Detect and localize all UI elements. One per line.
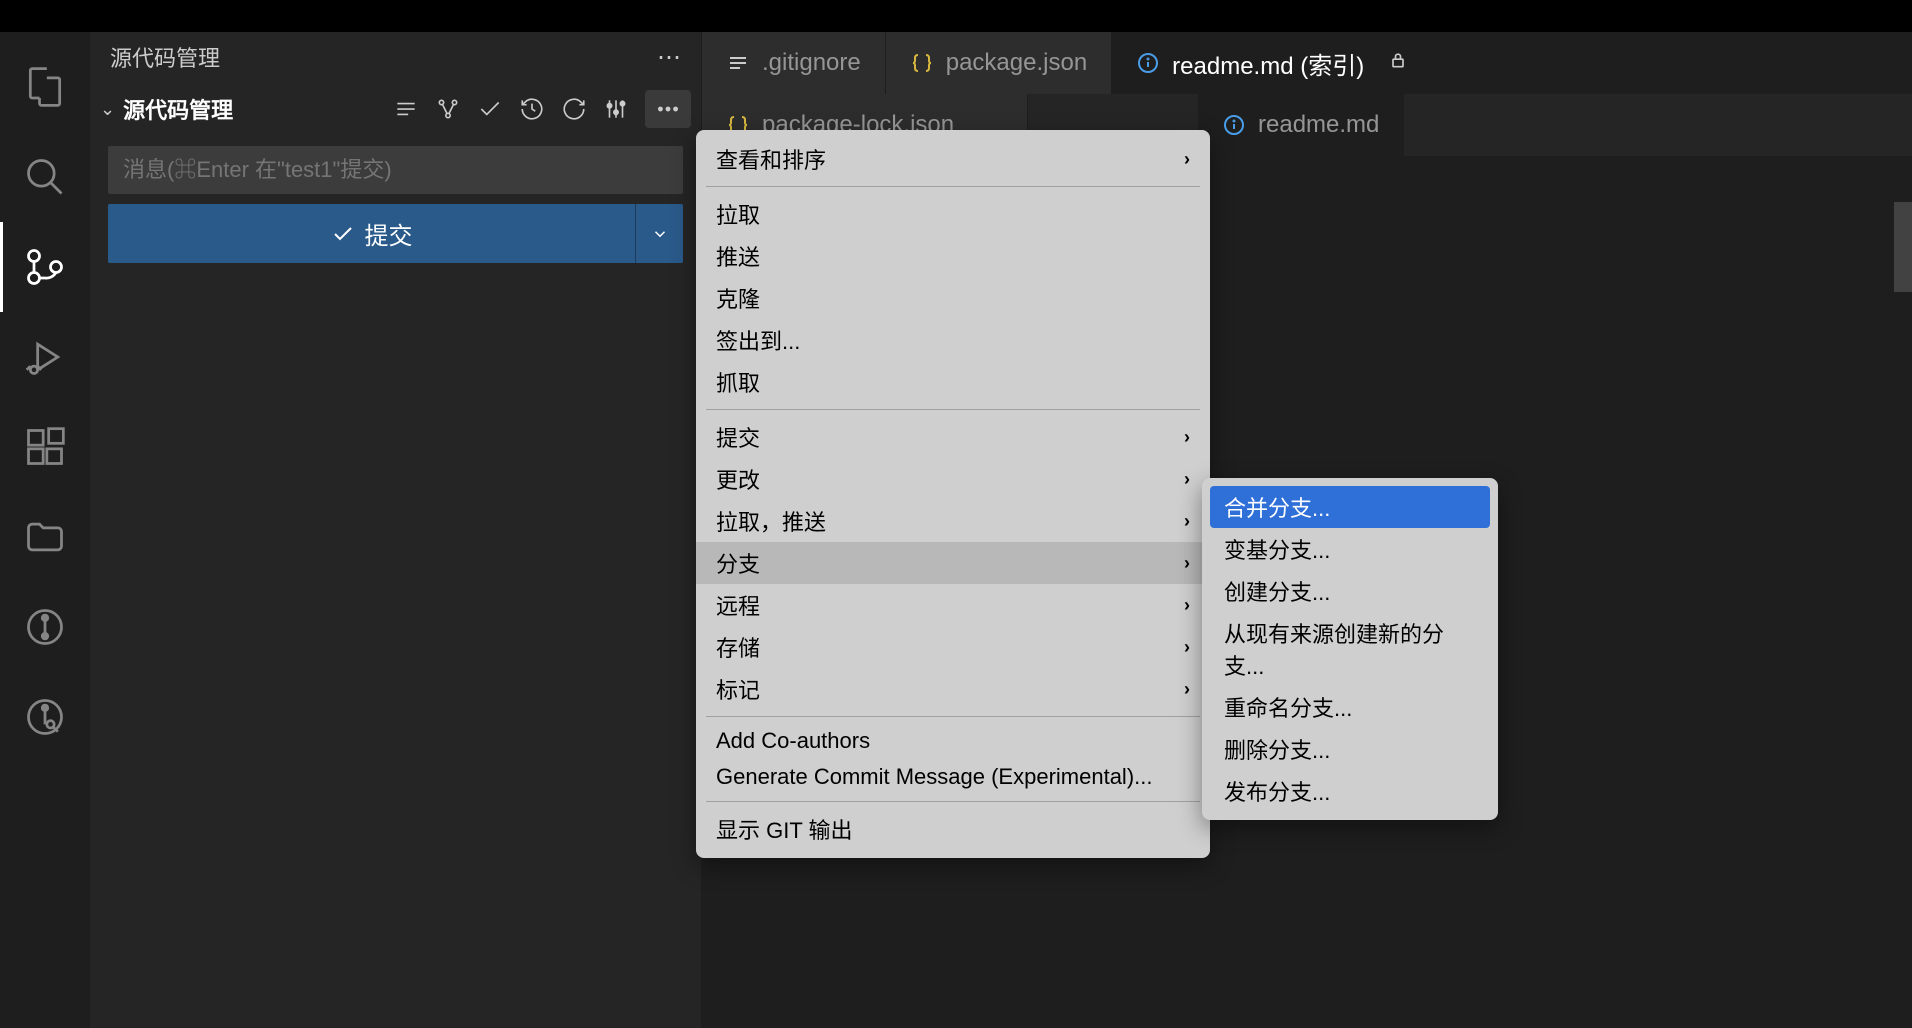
menu-remote[interactable]: 远程 › <box>696 584 1210 626</box>
submenu-create-branch[interactable]: 创建分支... <box>1210 570 1490 612</box>
scm-more-icon[interactable] <box>645 90 691 128</box>
menu-pull[interactable]: 拉取 <box>696 193 1210 235</box>
tab-label: readme.md <box>1258 111 1379 139</box>
menu-changes[interactable]: 更改 › <box>696 458 1210 500</box>
submenu-rename-branch[interactable]: 重命名分支... <box>1210 686 1490 728</box>
tab-label: .gitignore <box>762 49 861 77</box>
sidebar-title: 源代码管理 <box>110 41 220 73</box>
source-control-icon[interactable] <box>0 222 90 312</box>
submenu-publish-branch[interactable]: 发布分支... <box>1210 770 1490 812</box>
view-tree-icon[interactable] <box>393 96 419 122</box>
git-lens-icon[interactable] <box>0 672 90 762</box>
commit-message-input[interactable] <box>108 146 683 194</box>
scm-context-menu: 查看和排序 › 拉取 推送 克隆 签出到... 抓取 提交 › 更改 › 拉取，… <box>696 130 1210 858</box>
chevron-down-icon[interactable]: ⌄ <box>100 99 115 120</box>
commit-check-icon[interactable] <box>477 96 503 122</box>
chevron-right-icon: › <box>1184 427 1190 448</box>
chevron-right-icon: › <box>1184 149 1190 170</box>
menu-push[interactable]: 推送 <box>696 235 1210 277</box>
settings-sliders-icon[interactable] <box>603 96 629 122</box>
tab-gitignore[interactable]: .gitignore <box>702 32 886 94</box>
menu-commit[interactable]: 提交 › <box>696 416 1210 458</box>
lines-icon <box>726 51 750 75</box>
branch-submenu: 合并分支... 变基分支... 创建分支... 从现有来源创建新的分支... 重… <box>1202 478 1498 820</box>
menu-separator <box>706 409 1200 410</box>
chevron-right-icon: › <box>1184 637 1190 658</box>
tab-label: package.json <box>946 49 1087 77</box>
info-icon <box>1136 51 1160 75</box>
chevron-right-icon: › <box>1184 595 1190 616</box>
menu-fetch[interactable]: 抓取 <box>696 361 1210 403</box>
menu-separator <box>706 716 1200 717</box>
menu-checkout[interactable]: 签出到... <box>696 319 1210 361</box>
source-control-sidebar: 源代码管理 ⋯ ⌄ 源代码管理 <box>90 32 702 1028</box>
menu-separator <box>706 801 1200 802</box>
menu-add-coauthors[interactable]: Add Co-authors <box>696 723 1210 759</box>
refresh-icon[interactable] <box>561 96 587 122</box>
braces-icon <box>910 51 934 75</box>
chevron-right-icon: › <box>1184 469 1190 490</box>
tab-package-json[interactable]: package.json <box>886 32 1112 94</box>
chevron-right-icon: › <box>1184 511 1190 532</box>
tab-label: readme.md (索引) <box>1172 46 1364 81</box>
tab-readme-index[interactable]: readme.md (索引) <box>1112 32 1912 94</box>
commit-button-label: 提交 <box>365 216 413 251</box>
menu-generate-commit[interactable]: Generate Commit Message (Experimental)..… <box>696 759 1210 795</box>
info-icon <box>1222 113 1246 137</box>
submenu-merge-branch[interactable]: 合并分支... <box>1210 486 1490 528</box>
activity-bar <box>0 32 90 1028</box>
explorer-icon[interactable] <box>0 42 90 132</box>
menu-separator <box>706 186 1200 187</box>
graph-icon[interactable] <box>435 96 461 122</box>
menu-tags[interactable]: 标记 › <box>696 668 1210 710</box>
scm-section-title: 源代码管理 <box>123 93 385 125</box>
chevron-right-icon: › <box>1184 679 1190 700</box>
tab-bar-top: .gitignore package.json readme.md (索引) <box>702 32 1912 94</box>
git-graph-icon[interactable] <box>0 582 90 672</box>
menu-stash[interactable]: 存储 › <box>696 626 1210 668</box>
tab-readme[interactable]: readme.md <box>1198 94 1404 156</box>
menu-branch[interactable]: 分支 › <box>696 542 1210 584</box>
more-actions-icon[interactable]: ⋯ <box>657 43 681 72</box>
scrollbar[interactable] <box>1894 202 1912 292</box>
search-icon[interactable] <box>0 132 90 222</box>
submenu-create-branch-from[interactable]: 从现有来源创建新的分支... <box>1210 612 1490 686</box>
chevron-right-icon: › <box>1184 553 1190 574</box>
run-debug-icon[interactable] <box>0 312 90 402</box>
menu-show-git-output[interactable]: 显示 GIT 输出 <box>696 808 1210 850</box>
extensions-icon[interactable] <box>0 402 90 492</box>
commit-button[interactable]: 提交 <box>108 204 635 263</box>
folder-icon[interactable] <box>0 492 90 582</box>
commit-dropdown-button[interactable] <box>635 204 683 263</box>
menu-view-sort[interactable]: 查看和排序 › <box>696 138 1210 180</box>
history-icon[interactable] <box>519 96 545 122</box>
menu-clone[interactable]: 克隆 <box>696 277 1210 319</box>
submenu-rebase-branch[interactable]: 变基分支... <box>1210 528 1490 570</box>
menu-pull-push[interactable]: 拉取，推送 › <box>696 500 1210 542</box>
submenu-delete-branch[interactable]: 删除分支... <box>1210 728 1490 770</box>
lock-icon <box>1388 49 1408 77</box>
